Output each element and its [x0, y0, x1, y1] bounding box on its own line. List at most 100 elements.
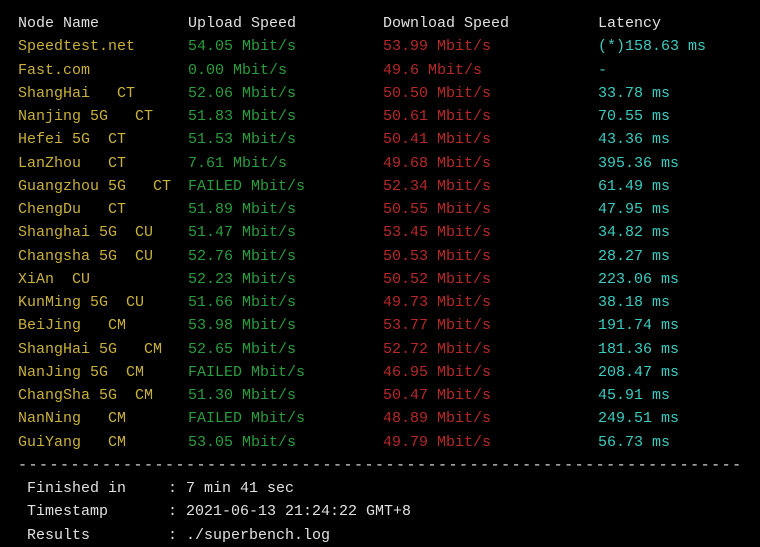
- cell-upload: 51.47 Mbit/s: [188, 221, 383, 244]
- cell-upload: 53.98 Mbit/s: [188, 314, 383, 337]
- cell-upload: 51.53 Mbit/s: [188, 128, 383, 151]
- table-row: KunMing 5G CU51.66 Mbit/s49.73 Mbit/s38.…: [18, 291, 742, 314]
- cell-latency: 38.18 ms: [598, 291, 742, 314]
- cell-download: 49.6 Mbit/s: [383, 59, 598, 82]
- table-header: Node Name Upload Speed Download Speed La…: [18, 12, 742, 35]
- cell-node: NanNing CM: [18, 407, 188, 430]
- cell-latency: 45.91 ms: [598, 384, 742, 407]
- cell-latency: 395.36 ms: [598, 152, 742, 175]
- cell-latency: 191.74 ms: [598, 314, 742, 337]
- footer-results: Results : ./superbench.log: [18, 524, 742, 547]
- cell-download: 50.53 Mbit/s: [383, 245, 598, 268]
- table-row: ChengDu CT51.89 Mbit/s50.55 Mbit/s47.95 …: [18, 198, 742, 221]
- header-upload: Upload Speed: [188, 12, 383, 35]
- cell-upload: 53.05 Mbit/s: [188, 431, 383, 454]
- cell-node: LanZhou CT: [18, 152, 188, 175]
- cell-upload: FAILED Mbit/s: [188, 407, 383, 430]
- cell-download: 50.41 Mbit/s: [383, 128, 598, 151]
- cell-latency: 47.95 ms: [598, 198, 742, 221]
- cell-upload: 51.83 Mbit/s: [188, 105, 383, 128]
- cell-node: GuiYang CM: [18, 431, 188, 454]
- header-download: Download Speed: [383, 12, 598, 35]
- cell-node: ShangHai 5G CM: [18, 338, 188, 361]
- footer-timestamp-value: : 2021-06-13 21:24:22 GMT+8: [168, 500, 411, 523]
- cell-latency: (*)158.63 ms: [598, 35, 742, 58]
- cell-download: 52.72 Mbit/s: [383, 338, 598, 361]
- cell-download: 49.73 Mbit/s: [383, 291, 598, 314]
- cell-download: 49.79 Mbit/s: [383, 431, 598, 454]
- table-row: LanZhou CT7.61 Mbit/s49.68 Mbit/s395.36 …: [18, 152, 742, 175]
- table-row: Shanghai 5G CU51.47 Mbit/s53.45 Mbit/s34…: [18, 221, 742, 244]
- table-row: NanJing 5G CMFAILED Mbit/s46.95 Mbit/s20…: [18, 361, 742, 384]
- table-body: Speedtest.net54.05 Mbit/s53.99 Mbit/s(*)…: [18, 35, 742, 454]
- cell-upload: FAILED Mbit/s: [188, 361, 383, 384]
- cell-download: 53.77 Mbit/s: [383, 314, 598, 337]
- table-row: Hefei 5G CT51.53 Mbit/s50.41 Mbit/s43.36…: [18, 128, 742, 151]
- cell-latency: 208.47 ms: [598, 361, 742, 384]
- cell-upload: 0.00 Mbit/s: [188, 59, 383, 82]
- cell-node: Guangzhou 5G CT: [18, 175, 188, 198]
- divider: ----------------------------------------…: [18, 454, 742, 477]
- cell-download: 53.45 Mbit/s: [383, 221, 598, 244]
- cell-node: XiAn CU: [18, 268, 188, 291]
- footer-results-label: Results: [18, 524, 168, 547]
- cell-upload: 52.06 Mbit/s: [188, 82, 383, 105]
- cell-download: 50.55 Mbit/s: [383, 198, 598, 221]
- cell-download: 50.47 Mbit/s: [383, 384, 598, 407]
- cell-latency: 56.73 ms: [598, 431, 742, 454]
- table-row: BeiJing CM53.98 Mbit/s53.77 Mbit/s191.74…: [18, 314, 742, 337]
- cell-latency: 43.36 ms: [598, 128, 742, 151]
- cell-latency: 223.06 ms: [598, 268, 742, 291]
- cell-upload: 54.05 Mbit/s: [188, 35, 383, 58]
- footer-finished-label: Finished in: [18, 477, 168, 500]
- cell-upload: 52.65 Mbit/s: [188, 338, 383, 361]
- cell-node: ChangSha 5G CM: [18, 384, 188, 407]
- cell-download: 46.95 Mbit/s: [383, 361, 598, 384]
- cell-latency: 181.36 ms: [598, 338, 742, 361]
- cell-node: BeiJing CM: [18, 314, 188, 337]
- cell-node: KunMing 5G CU: [18, 291, 188, 314]
- cell-download: 49.68 Mbit/s: [383, 152, 598, 175]
- table-row: ChangSha 5G CM51.30 Mbit/s50.47 Mbit/s45…: [18, 384, 742, 407]
- cell-download: 50.50 Mbit/s: [383, 82, 598, 105]
- cell-download: 52.34 Mbit/s: [383, 175, 598, 198]
- header-latency: Latency: [598, 12, 742, 35]
- cell-node: NanJing 5G CM: [18, 361, 188, 384]
- table-row: ShangHai CT52.06 Mbit/s50.50 Mbit/s33.78…: [18, 82, 742, 105]
- cell-latency: 33.78 ms: [598, 82, 742, 105]
- cell-upload: FAILED Mbit/s: [188, 175, 383, 198]
- header-node: Node Name: [18, 12, 188, 35]
- footer-finished-value: : 7 min 41 sec: [168, 477, 294, 500]
- table-row: NanNing CMFAILED Mbit/s48.89 Mbit/s249.5…: [18, 407, 742, 430]
- cell-upload: 51.30 Mbit/s: [188, 384, 383, 407]
- cell-node: Fast.com: [18, 59, 188, 82]
- table-row: XiAn CU52.23 Mbit/s50.52 Mbit/s223.06 ms: [18, 268, 742, 291]
- cell-upload: 52.23 Mbit/s: [188, 268, 383, 291]
- table-row: Fast.com0.00 Mbit/s49.6 Mbit/s-: [18, 59, 742, 82]
- cell-upload: 52.76 Mbit/s: [188, 245, 383, 268]
- cell-node: Hefei 5G CT: [18, 128, 188, 151]
- footer-results-value: : ./superbench.log: [168, 524, 330, 547]
- cell-upload: 7.61 Mbit/s: [188, 152, 383, 175]
- cell-node: Nanjing 5G CT: [18, 105, 188, 128]
- table-row: GuiYang CM53.05 Mbit/s49.79 Mbit/s56.73 …: [18, 431, 742, 454]
- cell-node: Shanghai 5G CU: [18, 221, 188, 244]
- cell-node: Changsha 5G CU: [18, 245, 188, 268]
- footer-finished: Finished in : 7 min 41 sec: [18, 477, 742, 500]
- cell-latency: 70.55 ms: [598, 105, 742, 128]
- table-row: Speedtest.net54.05 Mbit/s53.99 Mbit/s(*)…: [18, 35, 742, 58]
- cell-latency: 34.82 ms: [598, 221, 742, 244]
- cell-latency: 249.51 ms: [598, 407, 742, 430]
- cell-latency: 61.49 ms: [598, 175, 742, 198]
- cell-node: Speedtest.net: [18, 35, 188, 58]
- cell-download: 53.99 Mbit/s: [383, 35, 598, 58]
- table-row: Guangzhou 5G CTFAILED Mbit/s52.34 Mbit/s…: [18, 175, 742, 198]
- table-row: ShangHai 5G CM52.65 Mbit/s52.72 Mbit/s18…: [18, 338, 742, 361]
- cell-download: 48.89 Mbit/s: [383, 407, 598, 430]
- table-row: Nanjing 5G CT51.83 Mbit/s50.61 Mbit/s70.…: [18, 105, 742, 128]
- cell-node: ShangHai CT: [18, 82, 188, 105]
- cell-upload: 51.89 Mbit/s: [188, 198, 383, 221]
- footer-timestamp-label: Timestamp: [18, 500, 168, 523]
- cell-download: 50.52 Mbit/s: [383, 268, 598, 291]
- cell-download: 50.61 Mbit/s: [383, 105, 598, 128]
